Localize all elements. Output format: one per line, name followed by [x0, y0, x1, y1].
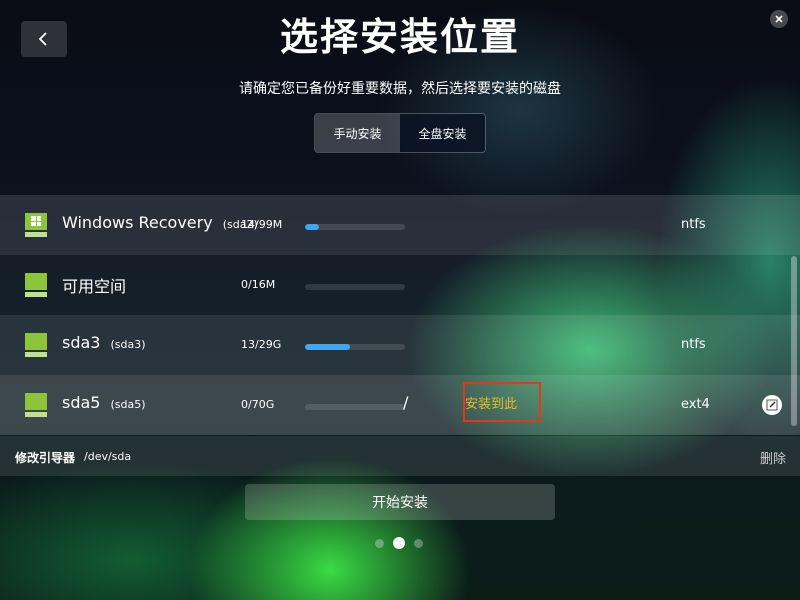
windows-disk-icon	[25, 213, 47, 237]
pencil-icon	[766, 399, 778, 411]
partition-filesystem: ntfs	[681, 337, 706, 352]
scrollbar[interactable]	[791, 256, 797, 426]
page-subtitle: 请确定您已备份好重要数据，然后选择要安装的磁盘	[239, 81, 561, 97]
partition-usage: 0/70G	[241, 398, 275, 411]
bootloader-device: /dev/sda	[84, 450, 132, 463]
partition-usage: 0/16M	[241, 278, 276, 291]
install-mode-tabs: 手动安装 全盘安装	[314, 113, 486, 153]
partition-filesystem: ntfs	[681, 217, 706, 232]
partition-usage: 14/99M	[241, 218, 283, 231]
bootloader-label[interactable]: 修改引导器	[15, 449, 75, 466]
page-indicator	[375, 537, 423, 549]
partition-usage-bar	[305, 344, 405, 350]
partition-usage-bar	[305, 404, 405, 410]
start-install-button[interactable]: 开始安装	[245, 484, 555, 520]
partition-name: sda5 (sda5)	[62, 393, 146, 412]
partition-mount-point: /	[403, 393, 409, 412]
partition-row[interactable]: sda3 (sda3) 13/29G ntfs	[0, 315, 800, 375]
page-dot[interactable]	[414, 538, 423, 548]
edit-icon[interactable]	[762, 395, 782, 415]
page-dot[interactable]	[375, 538, 384, 548]
partition-row[interactable]: Windows Recovery (sda2) 14/99M ntfs	[0, 195, 800, 255]
partition-device: (sda5)	[110, 398, 146, 411]
disk-icon	[25, 333, 47, 357]
partition-device: (sda3)	[110, 338, 146, 351]
partition-row[interactable]: 可用空间 0/16M	[0, 255, 800, 315]
page-title: 选择安装位置	[279, 15, 520, 59]
tab-full-disk-install[interactable]: 全盘安装	[400, 114, 485, 152]
disk-icon	[25, 273, 47, 297]
partition-name: 可用空间	[62, 277, 127, 296]
usage-bar-fill	[305, 224, 319, 230]
partition-usage-bar	[305, 224, 405, 230]
partition-row-selected[interactable]: sda5 (sda5) 0/70G / ext4	[0, 375, 800, 435]
install-target-label: 安装到此	[463, 382, 541, 422]
partition-filesystem: ext4	[681, 397, 710, 412]
delete-button[interactable]: 删除	[760, 448, 786, 467]
partition-usage: 13/29G	[241, 338, 282, 351]
partition-name: Windows Recovery (sda2)	[62, 213, 258, 232]
disk-icon	[25, 393, 47, 417]
partition-name: sda3 (sda3)	[62, 333, 146, 352]
tab-manual-install[interactable]: 手动安装	[315, 114, 400, 152]
usage-bar-fill	[305, 344, 350, 350]
partition-usage-bar	[305, 284, 405, 290]
page-dot-active[interactable]	[393, 537, 405, 549]
